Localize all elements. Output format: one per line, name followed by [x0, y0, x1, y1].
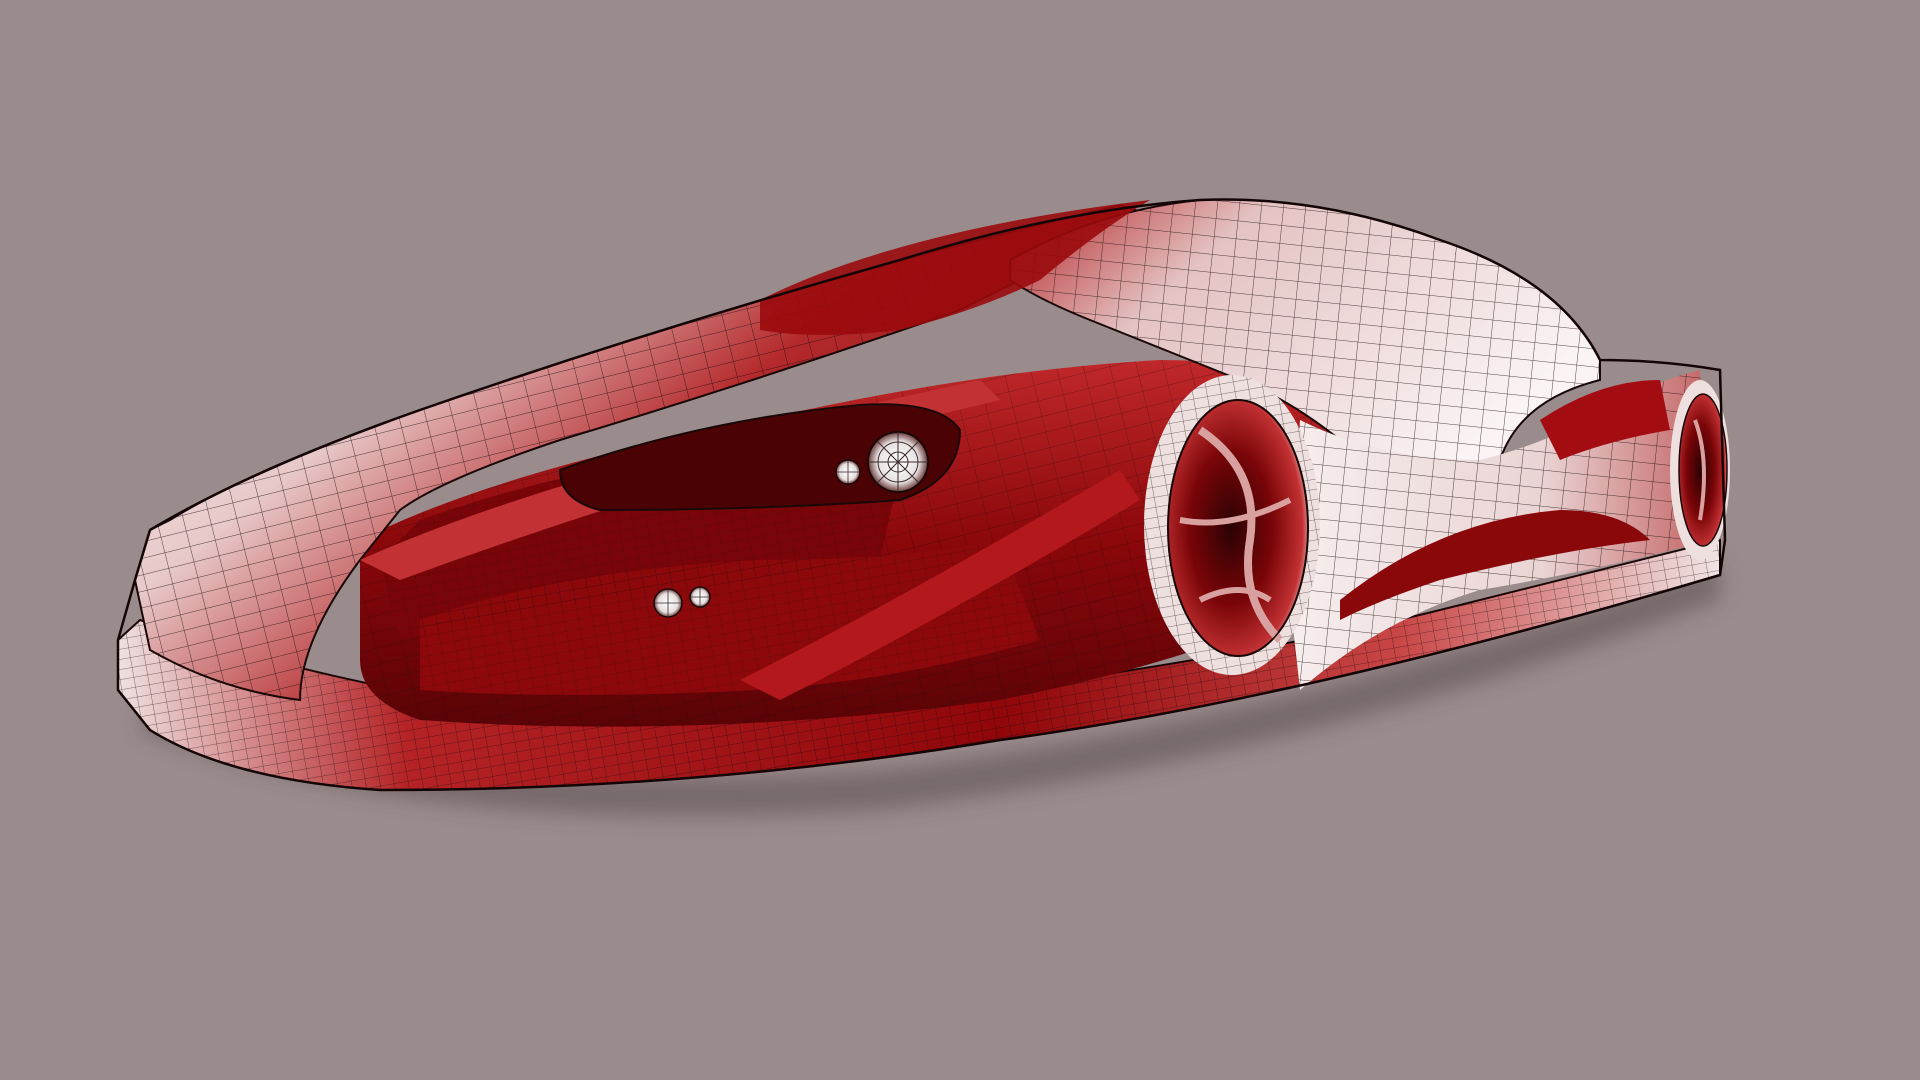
3d-viewport[interactable]	[0, 0, 1920, 1080]
headlamp-small	[835, 459, 861, 485]
headlamp-main	[867, 431, 929, 493]
fog-lamp-right	[689, 586, 711, 608]
render-canvas	[0, 0, 1920, 1080]
fog-lamp-left	[653, 588, 683, 618]
front-wheel	[1144, 375, 1320, 675]
